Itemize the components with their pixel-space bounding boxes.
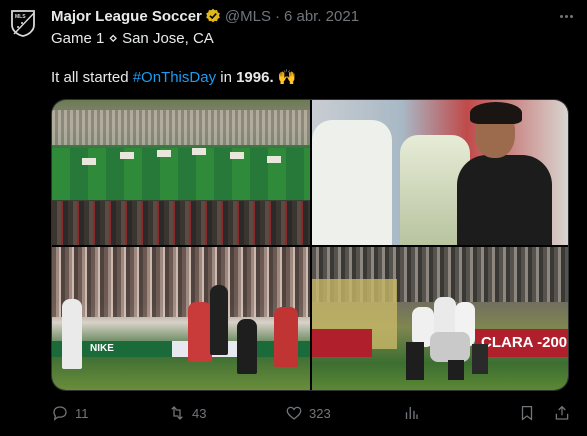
nike-board-text: NIKE bbox=[90, 343, 114, 354]
retweet-count: 43 bbox=[192, 405, 207, 421]
reply-count: 11 bbox=[75, 405, 89, 421]
separator: · bbox=[274, 7, 280, 25]
photo-player-closeup[interactable] bbox=[312, 100, 568, 245]
author-name[interactable]: Major League Soccer bbox=[51, 8, 202, 25]
mls-logo-icon: MLS bbox=[11, 10, 35, 37]
tweet-text-line1: Game 1 ⋄ San Jose, CA bbox=[51, 30, 214, 47]
text-before-hashtag: It all started bbox=[51, 69, 133, 86]
year-text: 1996. bbox=[236, 69, 274, 86]
photo-match-action[interactable]: NIKE bbox=[52, 247, 310, 390]
reply-icon bbox=[53, 406, 67, 421]
tweet-text-line2: It all started #OnThisDay in 1996. 🙌 bbox=[51, 68, 297, 86]
more-options-icon[interactable] bbox=[557, 8, 575, 24]
share-icon bbox=[555, 405, 569, 420]
photo-stadium[interactable] bbox=[52, 100, 310, 245]
bookmark-button[interactable] bbox=[518, 404, 536, 422]
avatar-text: MLS bbox=[15, 14, 26, 20]
retweet-icon bbox=[171, 406, 183, 420]
heart-icon bbox=[286, 406, 302, 420]
text-middle: in bbox=[216, 69, 237, 86]
tweet-date[interactable]: 6 abr. 2021 bbox=[284, 8, 359, 25]
analytics-icon bbox=[405, 407, 418, 419]
media-grid: NIKE CLARA -200 bbox=[51, 99, 569, 391]
like-count: 323 bbox=[309, 405, 331, 421]
views-button[interactable] bbox=[402, 404, 420, 422]
bookmark-icon bbox=[521, 405, 533, 421]
retweet-button[interactable]: 43 bbox=[168, 404, 206, 422]
verified-badge-icon bbox=[205, 8, 221, 24]
author-handle[interactable]: @MLS bbox=[225, 8, 271, 25]
tweet-header: Major League Soccer @MLS · 6 abr. 2021 bbox=[51, 7, 577, 25]
photo-celebration[interactable]: CLARA -200 bbox=[312, 247, 568, 390]
avatar[interactable]: MLS bbox=[9, 9, 37, 37]
tweet-actions: 11 43 323 bbox=[51, 404, 571, 422]
like-button[interactable]: 323 bbox=[285, 404, 331, 422]
raised-hands-emoji: 🙌 bbox=[273, 69, 297, 86]
hashtag-link[interactable]: #OnThisDay bbox=[133, 69, 216, 86]
reply-button[interactable]: 11 bbox=[51, 404, 89, 422]
share-button[interactable] bbox=[553, 404, 571, 422]
